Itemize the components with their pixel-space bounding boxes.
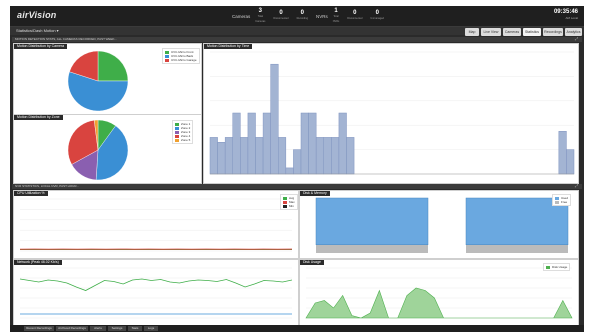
area-fill (305, 287, 573, 319)
legend-item: Free (555, 200, 568, 204)
bar (240, 137, 249, 175)
cpu-legend: Avg Max Min (280, 194, 298, 210)
motion-time-bar-chart (209, 51, 575, 175)
bar (346, 137, 355, 175)
tab-map[interactable]: Map (465, 28, 479, 36)
bottom-tab-alerts[interactable]: Alerts (90, 326, 106, 331)
panel-title: Network (Peak 46.02 Kb/s) (14, 260, 62, 265)
bar (331, 137, 340, 175)
legend-item: Min (283, 204, 295, 208)
zone-legend: Zone 1 Zone 2 Zone 3 Zone 4 Zone 5 (172, 120, 194, 144)
bottom-tab-recent-recordings[interactable]: Recent Recordings (24, 326, 54, 331)
motion-time-panel: Motion Distribution by Time (203, 43, 579, 184)
disk-memory-panel: Disk & Memory Used Free (299, 190, 579, 259)
bar (224, 137, 233, 175)
bar (247, 112, 256, 175)
tab-statistics[interactable]: Statistics (523, 28, 541, 36)
disk-memory-chart (315, 197, 569, 253)
bar (315, 137, 324, 175)
tab-cameras[interactable]: Cameras (503, 28, 521, 36)
nvrs-label: NVRs (315, 13, 328, 19)
bar (209, 137, 218, 175)
cpu-line-chart (19, 198, 293, 252)
clock: 09:35:46 AM Local (554, 9, 578, 21)
used-area (315, 197, 429, 245)
camera-legend: UVC-Micro Front UVC-Micro Back UVC-Micro… (162, 48, 200, 64)
tab-analytics[interactable]: Analytics (565, 28, 582, 36)
bottom-tab-settings[interactable]: Settings (108, 326, 126, 331)
legend-item: Disk Usage (546, 265, 567, 269)
bar (262, 112, 271, 175)
motion-zone-panel: Motion Distribution by Zone Zone 1 Zone … (13, 114, 202, 184)
expand-icon[interactable]: ⤢ (575, 36, 578, 41)
bar (278, 137, 287, 175)
top-bar: airVision Cameras 3 Total Cameras 0 Discon… (10, 6, 584, 27)
nvr-section-header: NVR STATISTICS, LOCAL NVR, PAST HOUR... (12, 184, 582, 189)
cameras-label: Cameras (232, 13, 251, 19)
tab-live-view[interactable]: Live View (481, 28, 501, 36)
disk-usage-area-chart (305, 267, 573, 319)
bar (558, 131, 567, 175)
panel-title: Disk Usage (300, 260, 324, 265)
panel-title: Motion Distribution by Camera (14, 44, 68, 49)
pie-slice (97, 50, 129, 82)
legend-item: Zone 5 (175, 138, 190, 142)
bar (566, 149, 575, 175)
panel-title: Motion Distribution by Zone (14, 115, 63, 120)
stat-disconnected-nvrs[interactable]: 0 Disconnected (347, 10, 362, 21)
legend-item: UVC-Micro Garage (165, 58, 197, 62)
expand-icon[interactable]: ⤢ (575, 183, 578, 188)
stat-disconnected-cameras[interactable]: 0 Disconnected (273, 10, 288, 21)
panel-title: Disk & Memory (300, 191, 330, 196)
header-stats: Cameras 3 Total Cameras 0 Disconnected 0 Re… (232, 8, 384, 24)
disk-usage-panel: Disk Usage Disk Usage (299, 259, 579, 327)
bar (232, 112, 241, 175)
motion-section-header: MOTION DETECTION STATS, ALL CAMERAS RECO… (12, 37, 582, 42)
clock-sub: AM Local (565, 16, 578, 20)
panel-title: CPU Utilization % (14, 191, 48, 196)
bottom-tab-logs[interactable]: Logs (144, 326, 158, 331)
bottom-tab-stats[interactable]: Stats (128, 326, 142, 331)
bottom-tab-bar: Recent Recordings Archived Recordings Al… (10, 325, 584, 332)
app-logo[interactable]: airVision (17, 10, 56, 20)
bar (323, 137, 332, 175)
bar (300, 112, 309, 175)
bar (270, 63, 279, 175)
panel-title: Motion Distribution by Time (204, 44, 253, 49)
bar (338, 112, 347, 175)
bar (285, 167, 294, 175)
disk-legend: Used Free (552, 194, 572, 206)
cpu-panel: CPU Utilization % Avg Max Min (13, 190, 299, 259)
motion-camera-panel: Motion Distribution by Camera UVC-Micro … (13, 43, 202, 115)
disk-usage-legend: Disk Usage (543, 263, 571, 271)
stat-total-cameras[interactable]: 3 Total Cameras (255, 8, 265, 24)
tab-recordings[interactable]: Recordings (543, 28, 563, 36)
bar (293, 149, 302, 175)
network-line-chart (19, 267, 293, 319)
bar (255, 137, 264, 175)
bar (217, 142, 226, 175)
bar (308, 112, 317, 175)
bottom-tab-archived-recordings[interactable]: Archived Recordings (56, 326, 88, 331)
stat-unmanaged[interactable]: 0 Unmanaged (370, 10, 384, 21)
stat-total-nvrs[interactable]: 1 Total NVRs (333, 8, 340, 24)
stat-recording[interactable]: 0 Recording (297, 10, 308, 21)
series-line (19, 278, 293, 291)
app-window: airVision Cameras 3 Total Cameras 0 Discon… (10, 6, 584, 332)
network-panel: Network (Peak 46.02 Kb/s) (13, 259, 299, 327)
